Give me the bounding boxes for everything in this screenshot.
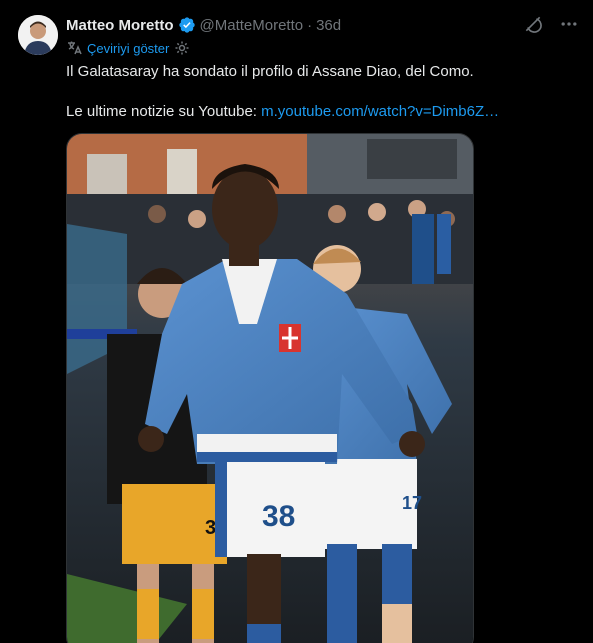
football-players-photo: 35 17 38 <box>67 134 473 643</box>
tweet-timestamp[interactable]: 36d <box>316 17 341 34</box>
translate-label[interactable]: Çeviriyi göster <box>87 41 169 56</box>
tweet-text: Il Galatasaray ha sondato il profilo di … <box>66 62 581 122</box>
player-number: 38 <box>262 500 295 533</box>
tweet-media-photo[interactable]: 35 17 38 <box>66 133 474 643</box>
tweet-line-1: Il Galatasaray ha sondato il profilo di … <box>66 63 474 80</box>
tweet-line-2: Le ultime notizie su Youtube: m.youtube.… <box>66 102 581 122</box>
translate-icon <box>68 41 82 55</box>
separator-dot: · <box>307 16 313 34</box>
grok-icon[interactable] <box>523 14 543 34</box>
translate-link[interactable]: Çeviriyi göster <box>66 40 190 56</box>
author-handle[interactable]: @MatteMoretto <box>200 17 304 34</box>
tweet-line-2-prefix: Le ultime notizie su Youtube: <box>66 103 262 120</box>
author-name[interactable]: Matteo Moretto <box>66 17 174 34</box>
translate-settings-icon[interactable] <box>174 40 190 56</box>
youtube-link[interactable]: m.youtube.com/watch?v=Dimb6Z… <box>261 103 499 120</box>
verified-badge-icon <box>178 16 196 34</box>
back-player-number: 17 <box>402 493 422 513</box>
tweet-actions-top <box>523 14 579 34</box>
more-icon[interactable] <box>559 14 579 34</box>
tweet-header: Matteo Moretto @MatteMoretto · 36d <box>66 15 341 35</box>
author-avatar[interactable] <box>18 15 58 55</box>
